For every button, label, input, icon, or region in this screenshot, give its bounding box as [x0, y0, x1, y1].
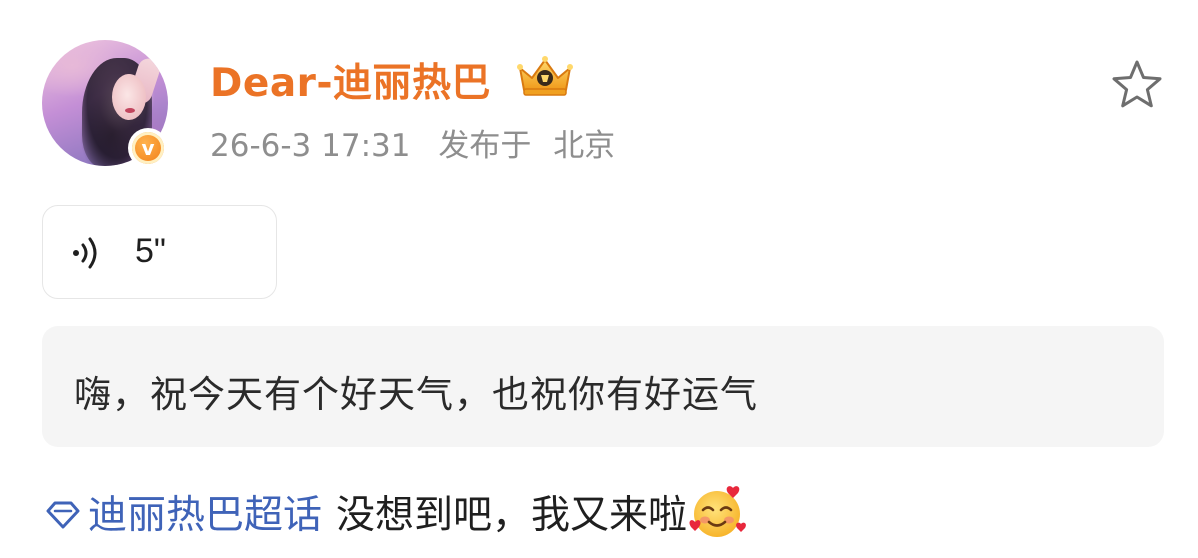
voice-message[interactable]: 5" — [42, 205, 277, 299]
quote-text: 嗨，祝今天有个好天气，也祝你有好运气 — [74, 373, 758, 416]
verified-badge-icon: v — [128, 128, 168, 168]
voice-duration: 5" — [135, 232, 166, 270]
topic-label: 迪丽热巴超话 — [88, 493, 323, 538]
quote-box: 嗨，祝今天有个好天气，也祝你有好运气 — [42, 326, 1164, 447]
verified-v-letter: v — [132, 132, 164, 164]
topic-link[interactable]: 迪丽热巴超话 — [44, 484, 322, 540]
diamond-topic-icon — [46, 501, 80, 529]
crown-icon[interactable] — [516, 54, 574, 98]
username[interactable]: Dear-迪丽热巴 — [210, 52, 491, 108]
post-timestamp: 26-6-3 17:31 — [210, 128, 411, 164]
avatar-face — [112, 74, 146, 120]
post-text: 没想到吧，我又来啦 — [336, 493, 688, 538]
smiling-face-with-hearts-icon — [689, 486, 746, 537]
post-body: 迪丽热巴超话 没想到吧，我又来啦 — [44, 484, 749, 540]
location-city: 北京 — [553, 128, 616, 164]
post-meta: 26-6-3 17:31 发布于 北京 — [210, 120, 615, 165]
voice-wave-icon — [73, 237, 97, 269]
avatar-lips — [125, 108, 135, 113]
star-icon[interactable] — [1110, 58, 1164, 110]
location-label: 发布于 — [438, 128, 532, 164]
